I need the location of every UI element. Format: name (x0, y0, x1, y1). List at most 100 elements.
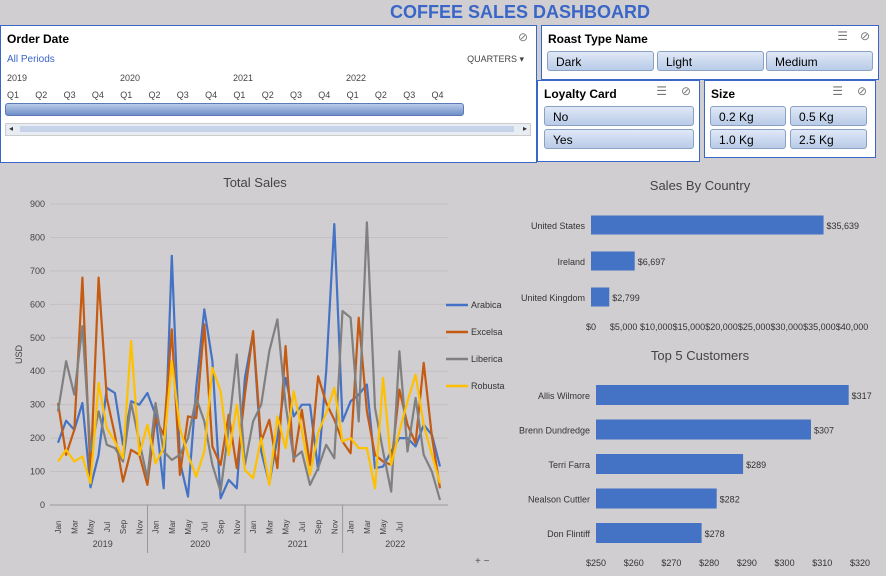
timeline-selection-bar[interactable] (5, 103, 464, 116)
size-0-5kg-button[interactable]: 0.5 Kg (790, 106, 867, 126)
y-tick-label: 800 (30, 232, 45, 242)
multi-select-icon[interactable]: ☰ (656, 84, 667, 98)
x-tick-label: $30,000 (770, 322, 803, 332)
timeline-quarter-label[interactable]: Q1 (7, 90, 19, 100)
legend-label: Excelsa (471, 327, 503, 337)
y-tick-label: 200 (30, 433, 45, 443)
x-tick-label: Sep (217, 519, 226, 534)
x-tick-label: $250 (586, 558, 606, 568)
y-axis-label: USD (14, 345, 24, 365)
timeline-quarter-label[interactable]: Q1 (347, 90, 359, 100)
size-header: Size (711, 87, 736, 101)
timeline-scrollbar[interactable]: ◂ ▸ (5, 123, 531, 136)
x-tick-label: Mar (265, 520, 274, 534)
year-label: 2019 (93, 539, 113, 549)
size-1-0kg-button[interactable]: 1.0 Kg (710, 129, 786, 149)
timeline-quarter-label[interactable]: Q2 (149, 90, 161, 100)
y-tick-label: 600 (30, 299, 45, 309)
top-customers-title: Top 5 Customers (650, 348, 750, 363)
y-tick-label: 300 (30, 400, 45, 410)
x-tick-label: Jan (249, 521, 258, 534)
roast-dark-button[interactable]: Dark (547, 51, 654, 71)
x-tick-label: Jul (200, 522, 209, 532)
x-tick-label: $40,000 (836, 322, 869, 332)
timeline-year-label: 2019 (7, 73, 28, 83)
legend-label: Liberica (471, 354, 503, 364)
data-label: $2,799 (612, 293, 640, 303)
loyalty-no-button[interactable]: No (544, 106, 694, 126)
granularity-dropdown[interactable]: QUARTERS ▾ (467, 54, 524, 65)
timeline-quarter-label[interactable]: Q2 (375, 90, 387, 100)
x-tick-label: $35,000 (803, 322, 836, 332)
data-label: $307 (814, 426, 834, 436)
x-tick-label: Jul (103, 522, 112, 532)
x-tick-label: $15,000 (673, 322, 706, 332)
x-tick-label: Sep (314, 519, 323, 534)
x-tick-label: May (184, 519, 193, 534)
x-tick-label: Jan (152, 521, 161, 534)
x-tick-label: Mar (363, 520, 372, 534)
bar (596, 454, 744, 474)
loyalty-yes-button[interactable]: Yes (544, 129, 694, 149)
year-label: 2020 (190, 539, 210, 549)
scroll-thumb[interactable] (20, 126, 514, 132)
timeline-quarter-label[interactable]: Q1 (233, 90, 245, 100)
bar (591, 251, 635, 271)
x-tick-label: May (282, 519, 291, 534)
timeline-year-label: 2020 (120, 73, 141, 83)
roast-type-slicer: Roast Type Name ☰ ⊘ Dark Light Medium (541, 25, 879, 80)
x-tick-label: $25,000 (738, 322, 771, 332)
timeline-year-label: 2022 (346, 73, 367, 83)
timeline-quarter-label[interactable]: Q4 (205, 90, 217, 100)
x-tick-label: $270 (661, 558, 681, 568)
zoom-controls[interactable]: + − (475, 556, 489, 567)
roast-type-header: Roast Type Name (548, 32, 648, 46)
timeline-quarter-label[interactable]: Q3 (64, 90, 76, 100)
timeline-quarter-label[interactable]: Q3 (290, 90, 302, 100)
all-periods-label: All Periods (7, 54, 55, 65)
year-label: 2022 (385, 539, 405, 549)
multi-select-icon[interactable]: ☰ (837, 29, 848, 43)
bar (596, 419, 811, 440)
timeline-quarter-label[interactable]: Q4 (432, 90, 444, 100)
x-tick-label: $310 (812, 558, 832, 568)
category-label: Ireland (557, 257, 585, 267)
loyalty-card-header: Loyalty Card (544, 87, 617, 101)
data-label: $35,639 (827, 221, 860, 231)
size-slicer: Size ☰ ⊘ 0.2 Kg 0.5 Kg 1.0 Kg 2.5 Kg (704, 80, 876, 158)
bar (596, 523, 702, 543)
y-tick-label: 500 (30, 333, 45, 343)
x-tick-label: $320 (850, 558, 870, 568)
size-0-2kg-button[interactable]: 0.2 Kg (710, 106, 786, 126)
y-tick-label: 100 (30, 467, 45, 477)
x-tick-label: Jan (347, 521, 356, 534)
clear-filter-icon[interactable]: ⊘ (857, 84, 867, 98)
timeline-quarter-label[interactable]: Q4 (318, 90, 330, 100)
multi-select-icon[interactable]: ☰ (832, 84, 843, 98)
timeline-quarter-label[interactable]: Q3 (403, 90, 415, 100)
timeline-quarter-label[interactable]: Q3 (177, 90, 189, 100)
scroll-left-icon[interactable]: ◂ (6, 124, 16, 135)
order-date-timeline[interactable]: Order Date ⊘ All Periods QUARTERS ▾ 2019… (0, 25, 537, 163)
roast-medium-button[interactable]: Medium (766, 51, 873, 71)
category-label: Allis Wilmore (538, 391, 590, 401)
order-date-header: Order Date (7, 32, 70, 46)
clear-filter-icon[interactable]: ⊘ (860, 29, 870, 43)
clear-filter-icon[interactable]: ⊘ (518, 30, 528, 44)
clear-filter-icon[interactable]: ⊘ (681, 84, 691, 98)
y-tick-label: 400 (30, 366, 45, 376)
x-tick-label: May (379, 519, 388, 534)
size-2-5kg-button[interactable]: 2.5 Kg (790, 129, 867, 149)
data-label: $278 (705, 529, 725, 539)
timeline-quarter-label[interactable]: Q2 (35, 90, 47, 100)
timeline-quarter-label[interactable]: Q2 (262, 90, 274, 100)
legend-label: Arabica (471, 300, 502, 310)
sales-by-country-title: Sales By Country (649, 178, 751, 193)
sales-by-country-chart: United States $35,639 Ireland $6,697 United … (521, 215, 869, 332)
roast-light-button[interactable]: Light (657, 51, 764, 71)
x-tick-label: $260 (624, 558, 644, 568)
timeline-quarter-label[interactable]: Q1 (120, 90, 132, 100)
timeline-quarter-label[interactable]: Q4 (92, 90, 104, 100)
x-tick-label: Jul (395, 522, 404, 532)
scroll-right-icon[interactable]: ▸ (520, 124, 530, 135)
